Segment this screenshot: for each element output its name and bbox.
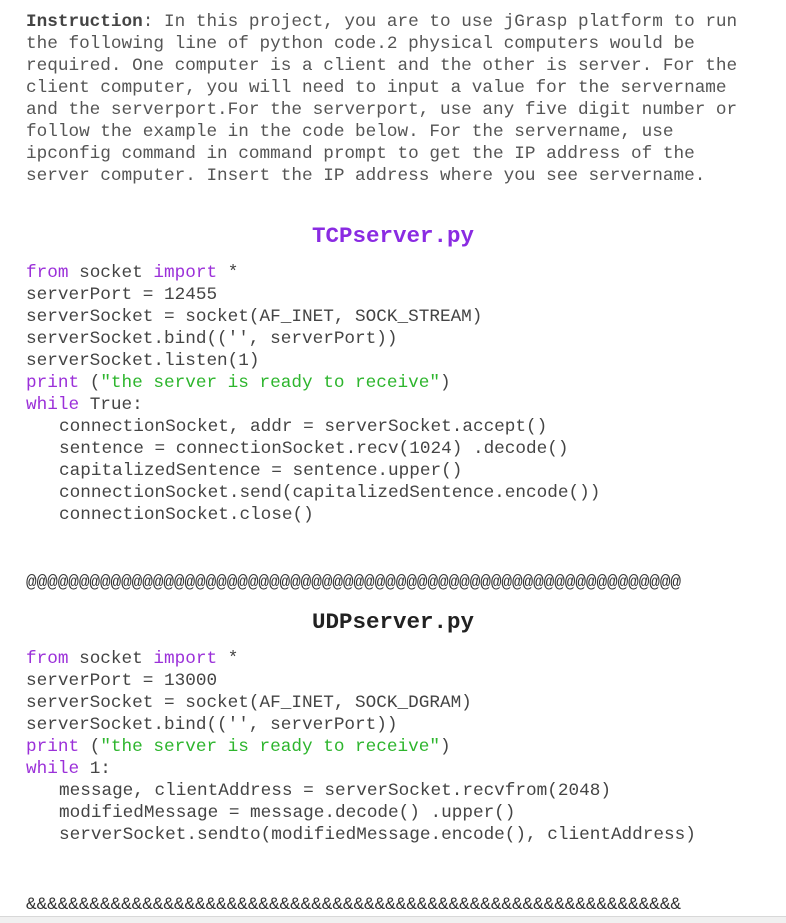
code-text: 1:	[79, 759, 111, 779]
code-line: serverSocket.bind(('', serverPort))	[26, 329, 398, 349]
instruction-text: : In this project, you are to use jGrasp…	[26, 12, 748, 186]
code-line: while True:	[26, 394, 600, 416]
code-line: message, clientAddress = serverSocket.re…	[59, 781, 611, 801]
keyword: from	[26, 263, 69, 283]
at-separator: @@@@@@@@@@@@@@@@@@@@@@@@@@@@@@@@@@@@@@@@…	[26, 573, 681, 593]
ampersand-separator: &&&&&&&&&&&&&&&&&&&&&&&&&&&&&&&&&&&&&&&&…	[26, 895, 681, 915]
code-line: print ("the server is ready to receive")	[26, 736, 696, 758]
code-text: *	[217, 649, 239, 669]
code-line: capitalizedSentence = sentence.upper()	[59, 461, 463, 481]
code-line: connectionSocket.close()	[59, 505, 314, 525]
code-text: *	[217, 263, 239, 283]
code-text: )	[439, 373, 451, 393]
keyword: import	[153, 263, 218, 283]
code-line: modifiedMessage = message.decode() .uppe…	[59, 803, 516, 823]
code-line: print ("the server is ready to receive")	[26, 372, 600, 394]
udp-server-title: UDPserver.py	[311, 609, 475, 635]
code-line: while 1:	[26, 758, 696, 780]
string-literal: "the server is ready to receive"	[100, 737, 440, 757]
code-line: serverSocket = socket(AF_INET, SOCK_DGRA…	[26, 693, 472, 713]
keyword: import	[153, 649, 218, 669]
keyword: while	[26, 759, 80, 779]
code-line: serverSocket = socket(AF_INET, SOCK_STRE…	[26, 307, 483, 327]
instruction-paragraph: Instruction: In this project, you are to…	[26, 11, 766, 187]
tcp-server-title: TCPserver.py	[311, 223, 475, 249]
code-line: connectionSocket, addr = serverSocket.ac…	[59, 417, 548, 437]
code-line: serverSocket.listen(1)	[26, 351, 260, 371]
code-text: True:	[79, 395, 143, 415]
code-line: connectionSocket.send(capitalizedSentenc…	[59, 483, 601, 503]
code-text: (	[79, 373, 101, 393]
code-line: serverSocket.bind(('', serverPort))	[26, 715, 398, 735]
code-text: socket	[68, 649, 154, 669]
udp-server-code: from socket import * serverPort = 13000 se…	[26, 648, 696, 846]
tcp-server-code: from socket import * serverPort = 12455 se…	[26, 262, 600, 526]
code-text: )	[439, 737, 451, 757]
code-line: sentence = connectionSocket.recv(1024) .…	[59, 439, 569, 459]
code-line: serverSocket.sendto(modifiedMessage.enco…	[59, 825, 696, 845]
document-page: Instruction: In this project, you are to…	[0, 0, 786, 916]
keyword: print	[26, 737, 80, 757]
code-line: serverPort = 13000	[26, 671, 218, 691]
code-text: socket	[68, 263, 154, 283]
code-text: (	[79, 737, 101, 757]
instruction-label: Instruction	[26, 12, 143, 32]
keyword: while	[26, 395, 80, 415]
string-literal: "the server is ready to receive"	[100, 373, 440, 393]
keyword: print	[26, 373, 80, 393]
keyword: from	[26, 649, 69, 669]
code-line: from socket import *	[26, 262, 600, 284]
code-line: serverPort = 12455	[26, 285, 218, 305]
code-line: from socket import *	[26, 648, 696, 670]
